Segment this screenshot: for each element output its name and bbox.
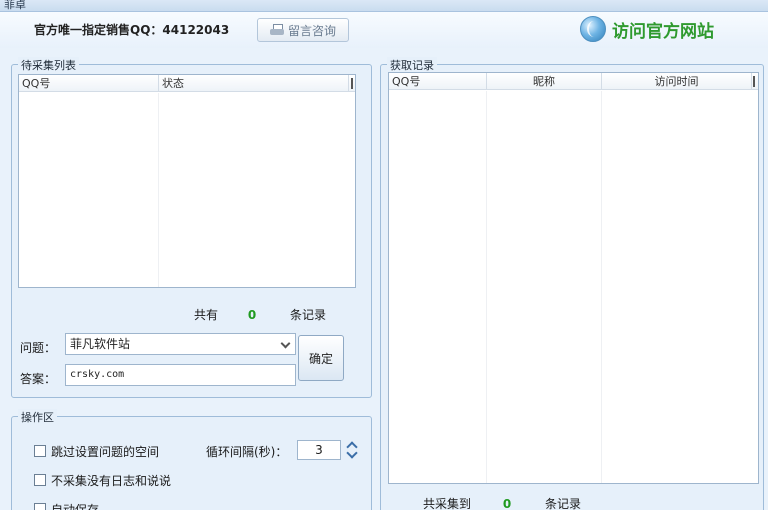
pending-list-view[interactable]: QQ号 状态	[18, 74, 356, 288]
skip-empty-log-checkbox[interactable]	[34, 474, 46, 486]
official-sales-qq: 官方唯一指定销售QQ：44122043	[34, 23, 230, 37]
skip-question-label[interactable]: 跳过设置问题的空间	[51, 443, 159, 460]
column-header-qq[interactable]: QQ号	[19, 75, 159, 92]
message-consult-button[interactable]: 留言咨询	[257, 18, 349, 42]
visit-official-site-link[interactable]: 访问官方网站	[580, 14, 714, 44]
column-divider	[487, 91, 602, 483]
skip-empty-log-label[interactable]: 不采集没有日志和说说	[51, 472, 171, 489]
pending-count-value: 0	[247, 308, 257, 322]
interval-label: 循环间隔(秒)：	[206, 445, 288, 459]
printer-icon	[269, 24, 284, 36]
column-header-qq[interactable]: QQ号	[389, 73, 487, 90]
header-bar: 官方唯一指定销售QQ：44122043 留言咨询 访问官方网站	[0, 12, 768, 48]
column-resize-handle[interactable]	[753, 76, 755, 87]
globe-icon	[580, 16, 606, 42]
question-label: 问题：	[20, 341, 57, 355]
records-title: 获取记录	[387, 57, 437, 73]
question-select[interactable]: 菲凡软件站	[65, 333, 296, 355]
records-count-line: 共采集到 0 条记录	[423, 495, 581, 510]
skip-question-checkbox[interactable]	[34, 445, 46, 457]
column-resize-handle[interactable]	[351, 78, 353, 89]
pending-list-group: 待采集列表 QQ号 状态 共有 0 条记录 问题： 菲凡软件站 答案： crsk…	[11, 57, 372, 398]
visit-official-site-label: 访问官方网站	[612, 21, 714, 42]
answer-input[interactable]: crsky.com	[65, 364, 296, 386]
column-header-status[interactable]: 状态	[159, 75, 349, 92]
chevron-down-icon	[280, 338, 291, 349]
column-header-nickname[interactable]: 昵称	[487, 73, 602, 90]
pending-count-prefix: 共有	[194, 308, 219, 322]
pending-count-line: 共有 0 条记录	[194, 306, 326, 323]
records-list-header: QQ号 昵称 访问时间	[389, 73, 758, 90]
column-divider	[389, 91, 487, 483]
records-group: 获取记录 QQ号 昵称 访问时间 共采集到 0 条记录	[380, 57, 764, 510]
interval-input[interactable]: 3	[297, 440, 341, 460]
records-count-value: 0	[502, 497, 512, 510]
records-count-prefix: 共采集到	[423, 497, 472, 510]
pending-list-header: QQ号 状态	[19, 75, 355, 92]
pending-count-suffix: 条记录	[290, 308, 327, 322]
operations-title: 操作区	[18, 409, 57, 425]
auto-save-label[interactable]: 自动保存	[51, 501, 99, 510]
records-list-view[interactable]: QQ号 昵称 访问时间	[388, 72, 759, 484]
title-bar: 菲卓	[0, 0, 768, 12]
window-title: 菲卓	[4, 0, 26, 11]
records-count-suffix: 条记录	[545, 497, 582, 510]
confirm-button[interactable]: 确定	[298, 335, 344, 381]
interval-spinner-icon[interactable]	[346, 440, 358, 460]
message-consult-label: 留言咨询	[287, 23, 336, 38]
column-divider	[19, 93, 159, 287]
operations-group: 操作区 跳过设置问题的空间 循环间隔(秒)： 3 不采集没有日志和说说 自动保存	[11, 409, 372, 510]
answer-label: 答案：	[20, 372, 57, 386]
question-select-value: 菲凡软件站	[70, 337, 131, 351]
auto-save-checkbox[interactable]	[34, 503, 46, 510]
pending-list-title: 待采集列表	[18, 57, 79, 73]
column-header-visit-time[interactable]: 访问时间	[602, 73, 752, 90]
